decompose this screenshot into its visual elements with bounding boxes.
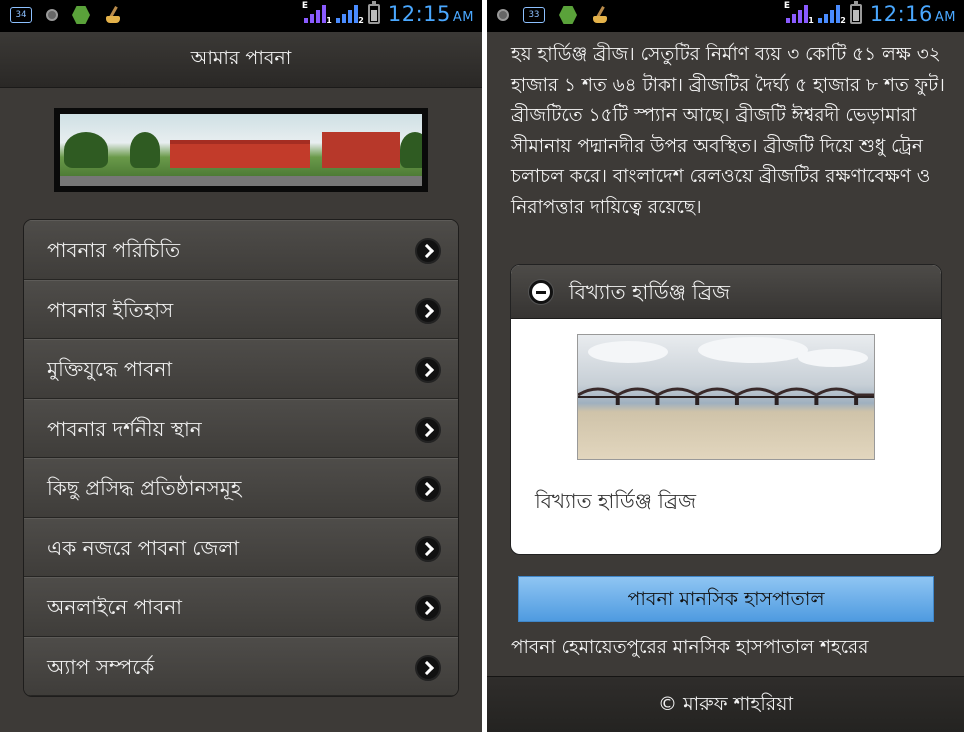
menu-item-liberation-war[interactable]: মুক্তিযুদ্ধে পাবনা [24,339,458,399]
battery-icon [367,1,380,24]
camera-icon [46,9,58,21]
cleaner-icon [104,6,122,24]
menu-item-institutions[interactable]: কিছু প্রসিদ্ধ প্রতিষ্ঠানসমূহ [24,458,458,518]
menu-item-label: মুক্তিযুদ্ধে পাবনা [47,357,173,381]
scroll-fade [487,32,964,46]
battery-icon [849,1,862,24]
signal-sim1-icon: E 1 [783,1,814,25]
app-hex-icon [559,6,577,24]
collapse-minus-icon [529,280,553,304]
signal-sim1-icon: E 1 [301,1,332,25]
app-title: আমার পাবনা [0,32,482,88]
bridge-photo [577,334,875,460]
sim-icon: 34 [10,7,32,23]
menu-item-sights[interactable]: পাবনার দর্শনীয় স্থান [24,398,458,458]
status-clock: 12:15 AM [387,2,474,26]
menu-item-label: এক নজরে পাবনা জেলা [47,535,240,560]
chevron-right-icon [415,654,441,681]
status-bar: 33 E 1 2 12:16 AM [487,0,964,32]
menu-item-history[interactable]: পাবনার ইতিহাস [24,279,458,339]
menu-item-label: পাবনার পরিচিতি [47,238,181,262]
cleaner-icon [591,6,609,24]
sim2-label: 2 [840,16,846,25]
menu-item-introduction[interactable]: পাবনার পরিচিতি [24,220,458,280]
banner-image [54,108,428,192]
signal-sim2-icon: 2 [335,3,364,25]
collapsible-header[interactable]: বিখ্যাত হার্ডিঞ্জ ব্রিজ [511,265,941,319]
sim2-label: 2 [358,16,364,25]
status-clock: 12:16 AM [869,2,956,26]
sim1-label: 1 [326,16,332,25]
left-screen: 34 E 1 2 12:15 AM আমার পাবনা পাবনার পরিচ… [0,0,482,732]
chevron-right-icon [415,416,441,443]
chevron-right-icon [415,238,441,264]
article-text-2: পাবনা হেমায়েতপুরের মানসিক হাসপাতাল শহরে… [511,637,869,658]
menu-item-label: পাবনার ইতিহাস [47,297,174,322]
chevron-right-icon [415,357,441,383]
menu-item-label: কিছু প্রসিদ্ধ প্রতিষ্ঠানসমূহ [47,476,242,500]
menu-item-label: অনলাইনে পাবনা [47,595,182,619]
sim-icon: 33 [523,7,545,23]
footer-credit: © মারুফ শাহরিয়া [487,676,964,732]
sim1-label: 1 [808,16,814,25]
chevron-right-icon [415,297,441,324]
chevron-right-icon [415,476,441,502]
camera-icon [497,9,509,21]
main-menu: পাবনার পরিচিতি পাবনার ইতিহাস মুক্তিযুদ্ধ… [23,219,459,697]
photo-caption: বিখ্যাত হার্ডিঞ্জ ব্রিজ [535,489,696,513]
article-paragraph: হয় হার্ডিঞ্জ ব্রীজ। সেতুটির নির্মাণ ব্য… [511,44,945,218]
bridge-collapsible: বিখ্যাত হার্ডিঞ্জ ব্রিজ বিখ্যাত হার্ডিঞ্… [510,264,942,555]
menu-item-online[interactable]: অনলাইনে পাবনা [24,577,458,637]
menu-item-district-glance[interactable]: এক নজরে পাবনা জেলা [24,517,458,577]
collapsible-title: বিখ্যাত হার্ডিঞ্জ ব্রিজ [569,280,730,304]
right-screen: হয় হার্ডিঞ্জ ব্রীজ। সেতুটির নির্মাণ ব্য… [487,0,964,732]
status-bar: 34 E 1 2 12:15 AM [0,0,482,32]
menu-item-label: অ্যাপ সম্পর্কে [47,654,155,679]
network-type-label: E [783,1,791,11]
article-text: হয় হার্ডিঞ্জ ব্রীজ। সেতুটির নির্মাণ ব্য… [511,40,951,223]
chevron-right-icon [415,535,441,562]
menu-item-about-app[interactable]: অ্যাপ সম্পর্কে [24,636,458,696]
signal-sim2-icon: 2 [817,3,846,25]
hospital-section-button[interactable]: পাবনা মানসিক হাসপাতাল [518,576,934,622]
network-type-label: E [301,1,309,11]
chevron-right-icon [415,595,441,621]
menu-item-label: পাবনার দর্শনীয় স্থান [47,416,202,441]
app-hex-icon [72,6,90,24]
